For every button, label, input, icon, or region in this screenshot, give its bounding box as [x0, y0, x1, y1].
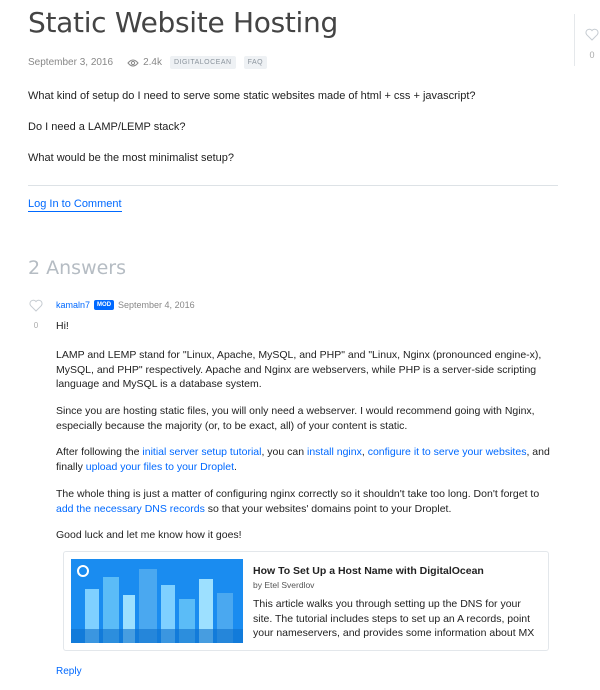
answer-signoff: Good luck and let me know how it goes! [56, 529, 242, 541]
vote-count: 0 [33, 321, 39, 330]
question-paragraph: What would be the most minimalist setup? [28, 152, 235, 164]
answer-header: kamaln7 MOD September 4, 2016 [56, 300, 195, 310]
question-paragraph: Do I need a LAMP/LEMP stack? [28, 121, 186, 133]
views-value: 2.4k [143, 57, 162, 68]
city-illustration [71, 559, 243, 643]
eye-icon [127, 59, 139, 66]
answer-paragraph: Since you are hosting static files, you … [56, 405, 535, 432]
heart-icon[interactable] [585, 28, 599, 41]
text: so that your websites' domains point to … [204, 502, 452, 515]
install-nginx-link[interactable]: install nginx [307, 446, 362, 458]
link-preview-card[interactable]: How To Set Up a Host Name with DigitalOc… [63, 551, 549, 651]
configure-websites-link[interactable]: configure it to serve your websites [368, 446, 527, 458]
mod-badge: MOD [94, 300, 115, 310]
tag-faq[interactable]: FAQ [243, 56, 268, 69]
heart-icon[interactable] [29, 299, 43, 312]
card-author: by Etel Sverdlov [253, 580, 315, 590]
answer-paragraph: LAMP and LEMP stand for "Linux, Apache, … [56, 349, 542, 390]
text: After following the [56, 446, 143, 458]
reply-link[interactable]: Reply [56, 666, 82, 677]
divider [28, 185, 558, 186]
card-description: This article walks you through setting u… [253, 598, 535, 639]
card-illustration [71, 559, 243, 643]
upload-files-link[interactable]: upload your files to your Droplet [86, 461, 234, 473]
side-rail [574, 14, 575, 66]
text: The whole thing is just a matter of conf… [56, 488, 540, 500]
answer-paragraph: After following the initial server setup… [56, 445, 556, 474]
answer-like[interactable]: 0 [28, 299, 44, 330]
answer-paragraph: The whole thing is just a matter of conf… [56, 487, 556, 516]
tag-digitalocean[interactable]: DIGITALOCEAN [169, 56, 236, 69]
text: , you can [261, 446, 307, 458]
answer-author-link[interactable]: kamaln7 [56, 300, 90, 310]
like-count: 0 [589, 50, 595, 60]
question-paragraph: What kind of setup do I need to serve so… [28, 90, 476, 102]
initial-server-setup-link[interactable]: initial server setup tutorial [142, 446, 261, 458]
question-like[interactable]: 0 [584, 28, 600, 60]
question-date: September 3, 2016 [28, 57, 114, 68]
answer-greeting: Hi! [56, 320, 69, 332]
answer-date: September 4, 2016 [118, 300, 195, 310]
question-meta: September 3, 2016 2.4k DIGITALOCEAN FAQ [28, 56, 268, 69]
text: . [234, 460, 237, 473]
views-count: 2.4k [127, 57, 162, 68]
login-to-comment-link[interactable]: Log In to Comment [28, 198, 122, 212]
dns-records-link[interactable]: add the necessary DNS records [56, 503, 205, 515]
page-title: Static Website Hosting [28, 6, 338, 39]
answers-heading: 2 Answers [28, 257, 127, 279]
card-title[interactable]: How To Set Up a Host Name with DigitalOc… [253, 565, 484, 577]
